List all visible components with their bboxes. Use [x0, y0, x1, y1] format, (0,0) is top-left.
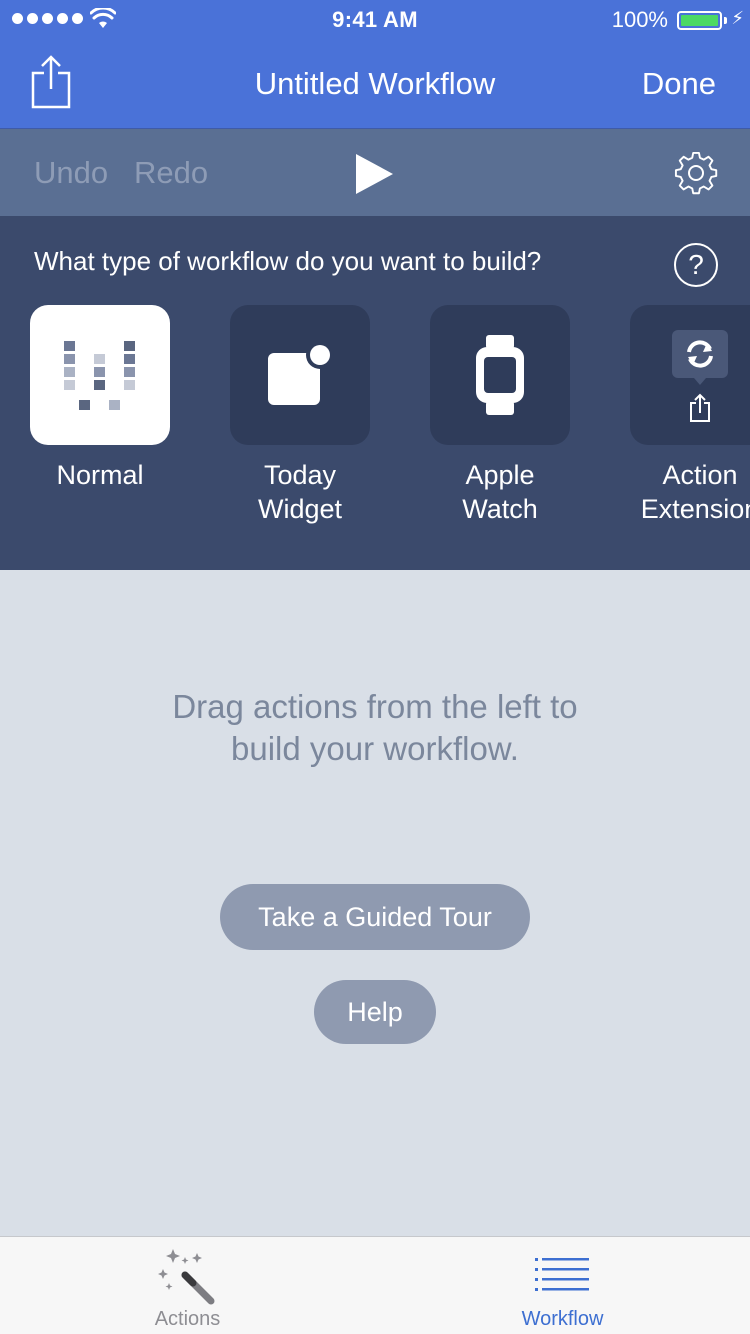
battery-tip	[724, 17, 727, 24]
magic-wand-icon	[158, 1249, 215, 1305]
chooser-question: What type of workflow do you want to bui…	[34, 246, 542, 276]
help-button[interactable]: Help	[314, 980, 436, 1044]
apple-watch-icon	[476, 335, 524, 415]
today-widget-icon	[268, 341, 334, 405]
tab-actions-label: Actions	[154, 1308, 221, 1330]
tab-workflow[interactable]: Workflow	[375, 1237, 750, 1334]
type-label-apple-watch: Apple Watch	[462, 460, 538, 524]
page-title: Untitled Workflow	[254, 66, 496, 101]
battery-percent: 100%	[611, 7, 668, 32]
type-tile-today-widget[interactable]	[230, 305, 370, 445]
normal-grid-icon	[64, 341, 135, 410]
type-tile-apple-watch[interactable]	[430, 305, 570, 445]
tab-workflow-label: Workflow	[521, 1308, 604, 1330]
nav-bar: 9:41 AM 100% ⚡ Untitled Workflow Done	[0, 0, 750, 128]
list-icon	[535, 1258, 589, 1291]
workflow-type-chooser: What type of workflow do you want to bui…	[0, 216, 750, 570]
charging-icon: ⚡	[731, 8, 744, 28]
gear-icon[interactable]	[674, 151, 718, 195]
type-label-action-extension: Action Extension	[640, 460, 750, 524]
tab-bar: Actions Workflow	[0, 1236, 750, 1334]
share-icon[interactable]	[30, 55, 72, 109]
play-icon[interactable]	[355, 153, 395, 195]
type-label-normal: Normal	[56, 460, 144, 490]
guided-tour-button[interactable]: Take a Guided Tour	[220, 884, 530, 950]
type-tile-normal[interactable]	[30, 305, 170, 445]
action-extension-icon	[672, 330, 728, 422]
status-bar: 9:41 AM 100% ⚡	[0, 0, 750, 40]
help-icon[interactable]: ?	[674, 243, 718, 287]
tab-actions[interactable]: Actions	[0, 1237, 375, 1334]
redo-button[interactable]: Redo	[134, 155, 208, 191]
type-tile-action-extension[interactable]	[630, 305, 750, 445]
battery-icon	[677, 11, 722, 30]
done-button[interactable]: Done	[642, 66, 716, 102]
editor-toolbar: Undo Redo	[0, 128, 750, 216]
empty-state-message: Drag actions from the left to build your…	[172, 688, 578, 767]
type-label-today-widget: Today Widget	[257, 460, 343, 524]
undo-button[interactable]: Undo	[34, 155, 108, 191]
